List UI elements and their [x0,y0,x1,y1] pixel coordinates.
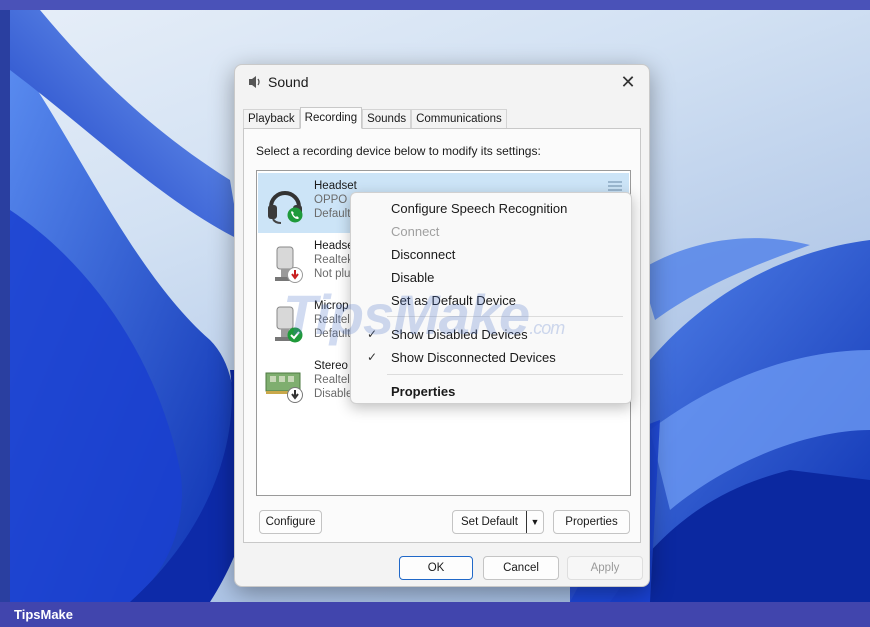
speaker-icon [249,76,260,88]
top-border [0,0,870,10]
phone-badge-icon [287,207,303,223]
apply-button[interactable]: Apply [567,556,643,580]
tab-recording[interactable]: Recording [299,107,363,129]
set-default-button[interactable]: Set Default ▼ [452,510,544,534]
menu-item-connect[interactable]: Connect [355,220,627,243]
device-name: Headset [314,180,357,192]
device-driver: Realtel [314,374,350,386]
menu-item-disconnect[interactable]: Disconnect [355,243,627,266]
menu-item-label: Disconnect [391,247,456,262]
instruction-text: Select a recording device below to modif… [256,144,541,158]
device-text: Headse Realtek Not plu [314,239,354,281]
check-badge-icon [287,327,303,343]
menu-item-label: Set as Default Device [391,293,517,308]
menu-item-properties[interactable]: Properties [355,380,627,403]
set-default-label: Set Default [461,516,518,528]
check-icon: ✓ [367,327,378,341]
device-name: Stereo [314,360,348,372]
title-bar[interactable]: Sound ✕ [235,65,649,99]
device-text: Microp Realtel Default [314,299,350,341]
dropdown-arrow-icon[interactable]: ▼ [526,511,543,533]
tab-sounds[interactable]: Sounds [362,109,412,129]
device-text: Stereo Realtel Disable [314,359,352,401]
menu-item-label: Show Disabled Devices [391,327,528,342]
device-status: Default [314,328,351,340]
menu-item-show-disabled[interactable]: ✓ Show Disabled Devices [355,323,627,346]
brand-bar: TipsMake [0,602,870,627]
menu-item-label: Configure Speech Recognition [391,201,568,216]
device-driver: Realtel [314,314,350,326]
menu-item-show-disconnected[interactable]: ✓ Show Disconnected Devices [355,346,627,369]
menu-item-set-default[interactable]: Set as Default Device [355,289,627,312]
cancel-button[interactable]: Cancel [483,556,559,580]
menu-item-label: Disable [391,270,435,285]
ok-button[interactable]: OK [399,556,473,580]
tab-playback[interactable]: Playback [243,109,300,129]
device-name: Microp [314,300,349,312]
properties-button[interactable]: Properties [553,510,630,534]
menu-separator [387,374,623,375]
context-menu: Configure Speech Recognition Connect Dis… [350,192,632,404]
menu-item-disable[interactable]: Disable [355,266,627,289]
device-status: Not plu [314,268,351,280]
menu-item-configure-speech[interactable]: Configure Speech Recognition [355,197,627,220]
configure-button[interactable]: Configure [259,510,322,534]
menu-item-label: Connect [391,224,440,239]
menu-item-label: Show Disconnected Devices [391,350,556,365]
window-title: Sound [268,74,309,90]
device-status: Disable [314,388,353,400]
tab-strip: Playback Recording Sounds Communications [243,107,507,129]
close-button[interactable]: ✕ [613,69,643,95]
brand-label: TipsMake [14,607,74,622]
check-icon: ✓ [367,350,378,364]
menu-separator [387,316,623,317]
menu-item-label: Properties [391,384,456,399]
disabled-badge-icon [287,387,303,403]
device-driver: Realtek [314,254,353,266]
unplugged-badge-icon [287,267,303,283]
device-name: Headse [314,240,354,252]
tab-communications[interactable]: Communications [411,109,507,129]
